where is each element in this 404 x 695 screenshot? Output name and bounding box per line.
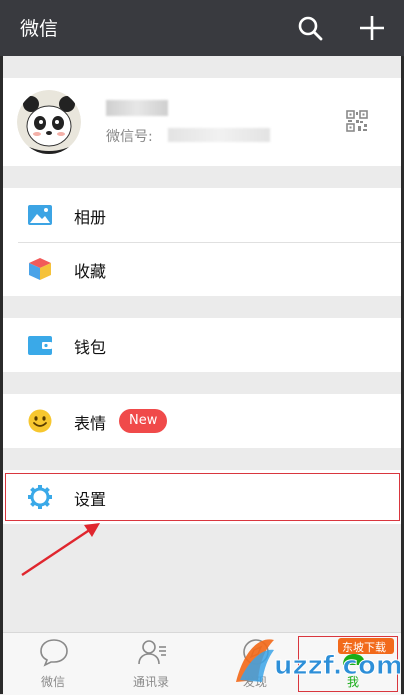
tab-label: 通讯录 bbox=[132, 675, 169, 689]
menu-item-wallet[interactable]: 钱包 bbox=[3, 318, 401, 372]
new-badge: New bbox=[119, 409, 168, 433]
tab-contacts[interactable]: 通讯录 bbox=[111, 633, 191, 695]
photo-album-icon bbox=[28, 205, 52, 225]
wallet-icon bbox=[28, 336, 52, 355]
menu-item-favorites[interactable]: 收藏 bbox=[3, 242, 401, 296]
menu-item-label: 钱包 bbox=[74, 338, 107, 357]
search-icon[interactable] bbox=[296, 14, 324, 42]
menu-item-label: 表情 bbox=[74, 414, 107, 433]
smiley-icon bbox=[28, 409, 52, 433]
annotation-arrow-icon bbox=[21, 523, 100, 576]
tab-chats[interactable]: 微信 bbox=[13, 633, 93, 695]
settings-highlight-box bbox=[5, 473, 400, 521]
nickname-blurred bbox=[106, 100, 168, 116]
menu-item-label: 相册 bbox=[74, 208, 107, 227]
plus-icon[interactable] bbox=[358, 14, 386, 42]
menu-item-label: 收藏 bbox=[74, 262, 107, 281]
chat-bubble-icon bbox=[40, 639, 68, 667]
contacts-icon bbox=[138, 640, 166, 665]
wechat-id-blurred bbox=[168, 128, 270, 142]
svg-text:东坡下载: 东坡下载 bbox=[342, 641, 386, 654]
wechat-id-label: 微信号: bbox=[106, 129, 153, 145]
uzzf-watermark-logo: uzzf.com 东坡下载 bbox=[236, 638, 400, 682]
menu-item-album[interactable]: 相册 bbox=[3, 188, 401, 242]
svg-text:uzzf.com: uzzf.com bbox=[274, 651, 400, 681]
qr-code-icon[interactable] bbox=[346, 110, 368, 132]
row-divider bbox=[18, 242, 401, 243]
top-bar: 微信 bbox=[0, 0, 404, 56]
app-title: 微信 bbox=[20, 18, 59, 40]
avatar bbox=[17, 90, 81, 154]
favorites-cube-icon bbox=[29, 258, 51, 280]
profile-card[interactable]: 微信号: bbox=[3, 78, 401, 166]
tab-label: 微信 bbox=[40, 675, 65, 689]
menu-item-stickers[interactable]: 表情 New bbox=[3, 394, 401, 448]
